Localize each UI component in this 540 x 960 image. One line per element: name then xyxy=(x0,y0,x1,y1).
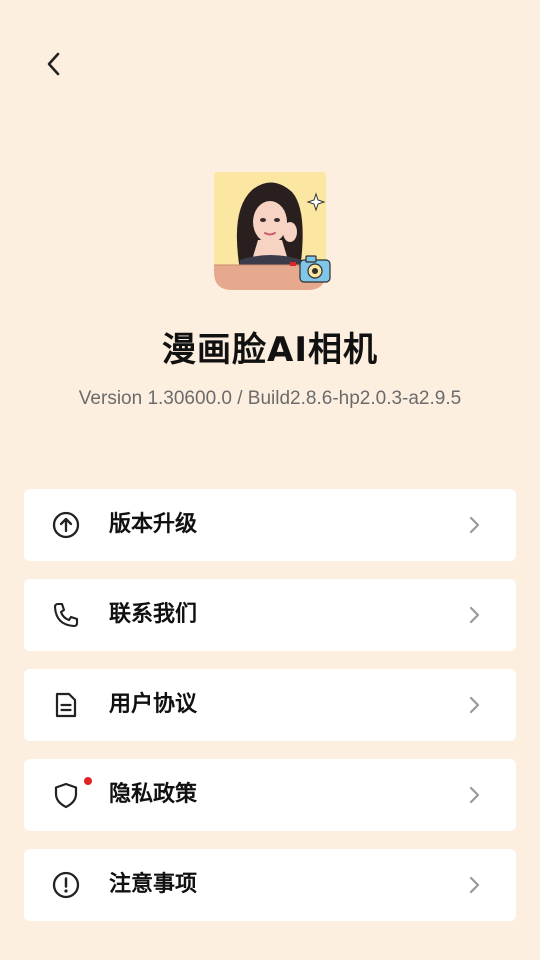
chevron-right-icon xyxy=(469,606,480,624)
shield-icon xyxy=(54,782,78,809)
upgrade-arrow-icon xyxy=(52,511,80,539)
app-name: 漫画脸AI相机 xyxy=(162,330,378,370)
menu-item-label: 联系我们 xyxy=(109,602,198,627)
document-icon xyxy=(55,692,77,718)
settings-menu: 版本升级 联系我们 用户协议 隐私政策 注意事项 xyxy=(24,489,516,939)
version-text: Version 1.30600.0 / Build2.8.6-hp2.0.3-a… xyxy=(78,388,462,409)
chevron-right-icon xyxy=(469,786,480,804)
menu-item-contact[interactable]: 联系我们 xyxy=(24,579,516,651)
menu-item-user-agreement[interactable]: 用户协议 xyxy=(24,669,516,741)
chevron-right-icon xyxy=(469,696,480,714)
menu-item-notice[interactable]: 注意事项 xyxy=(24,849,516,921)
back-button[interactable] xyxy=(32,42,76,86)
menu-item-label: 注意事项 xyxy=(109,872,198,897)
menu-item-label: 用户协议 xyxy=(109,692,198,717)
menu-item-label: 隐私政策 xyxy=(109,782,198,807)
menu-item-label: 版本升级 xyxy=(109,512,198,537)
alert-circle-icon xyxy=(52,871,80,899)
chevron-right-icon xyxy=(469,876,480,894)
app-logo xyxy=(210,170,332,292)
menu-item-privacy-policy[interactable]: 隐私政策 xyxy=(24,759,516,831)
chevron-left-icon xyxy=(47,52,60,76)
menu-item-upgrade[interactable]: 版本升级 xyxy=(24,489,516,561)
chevron-right-icon xyxy=(469,516,480,534)
notification-dot xyxy=(84,777,92,785)
phone-icon xyxy=(53,602,79,628)
